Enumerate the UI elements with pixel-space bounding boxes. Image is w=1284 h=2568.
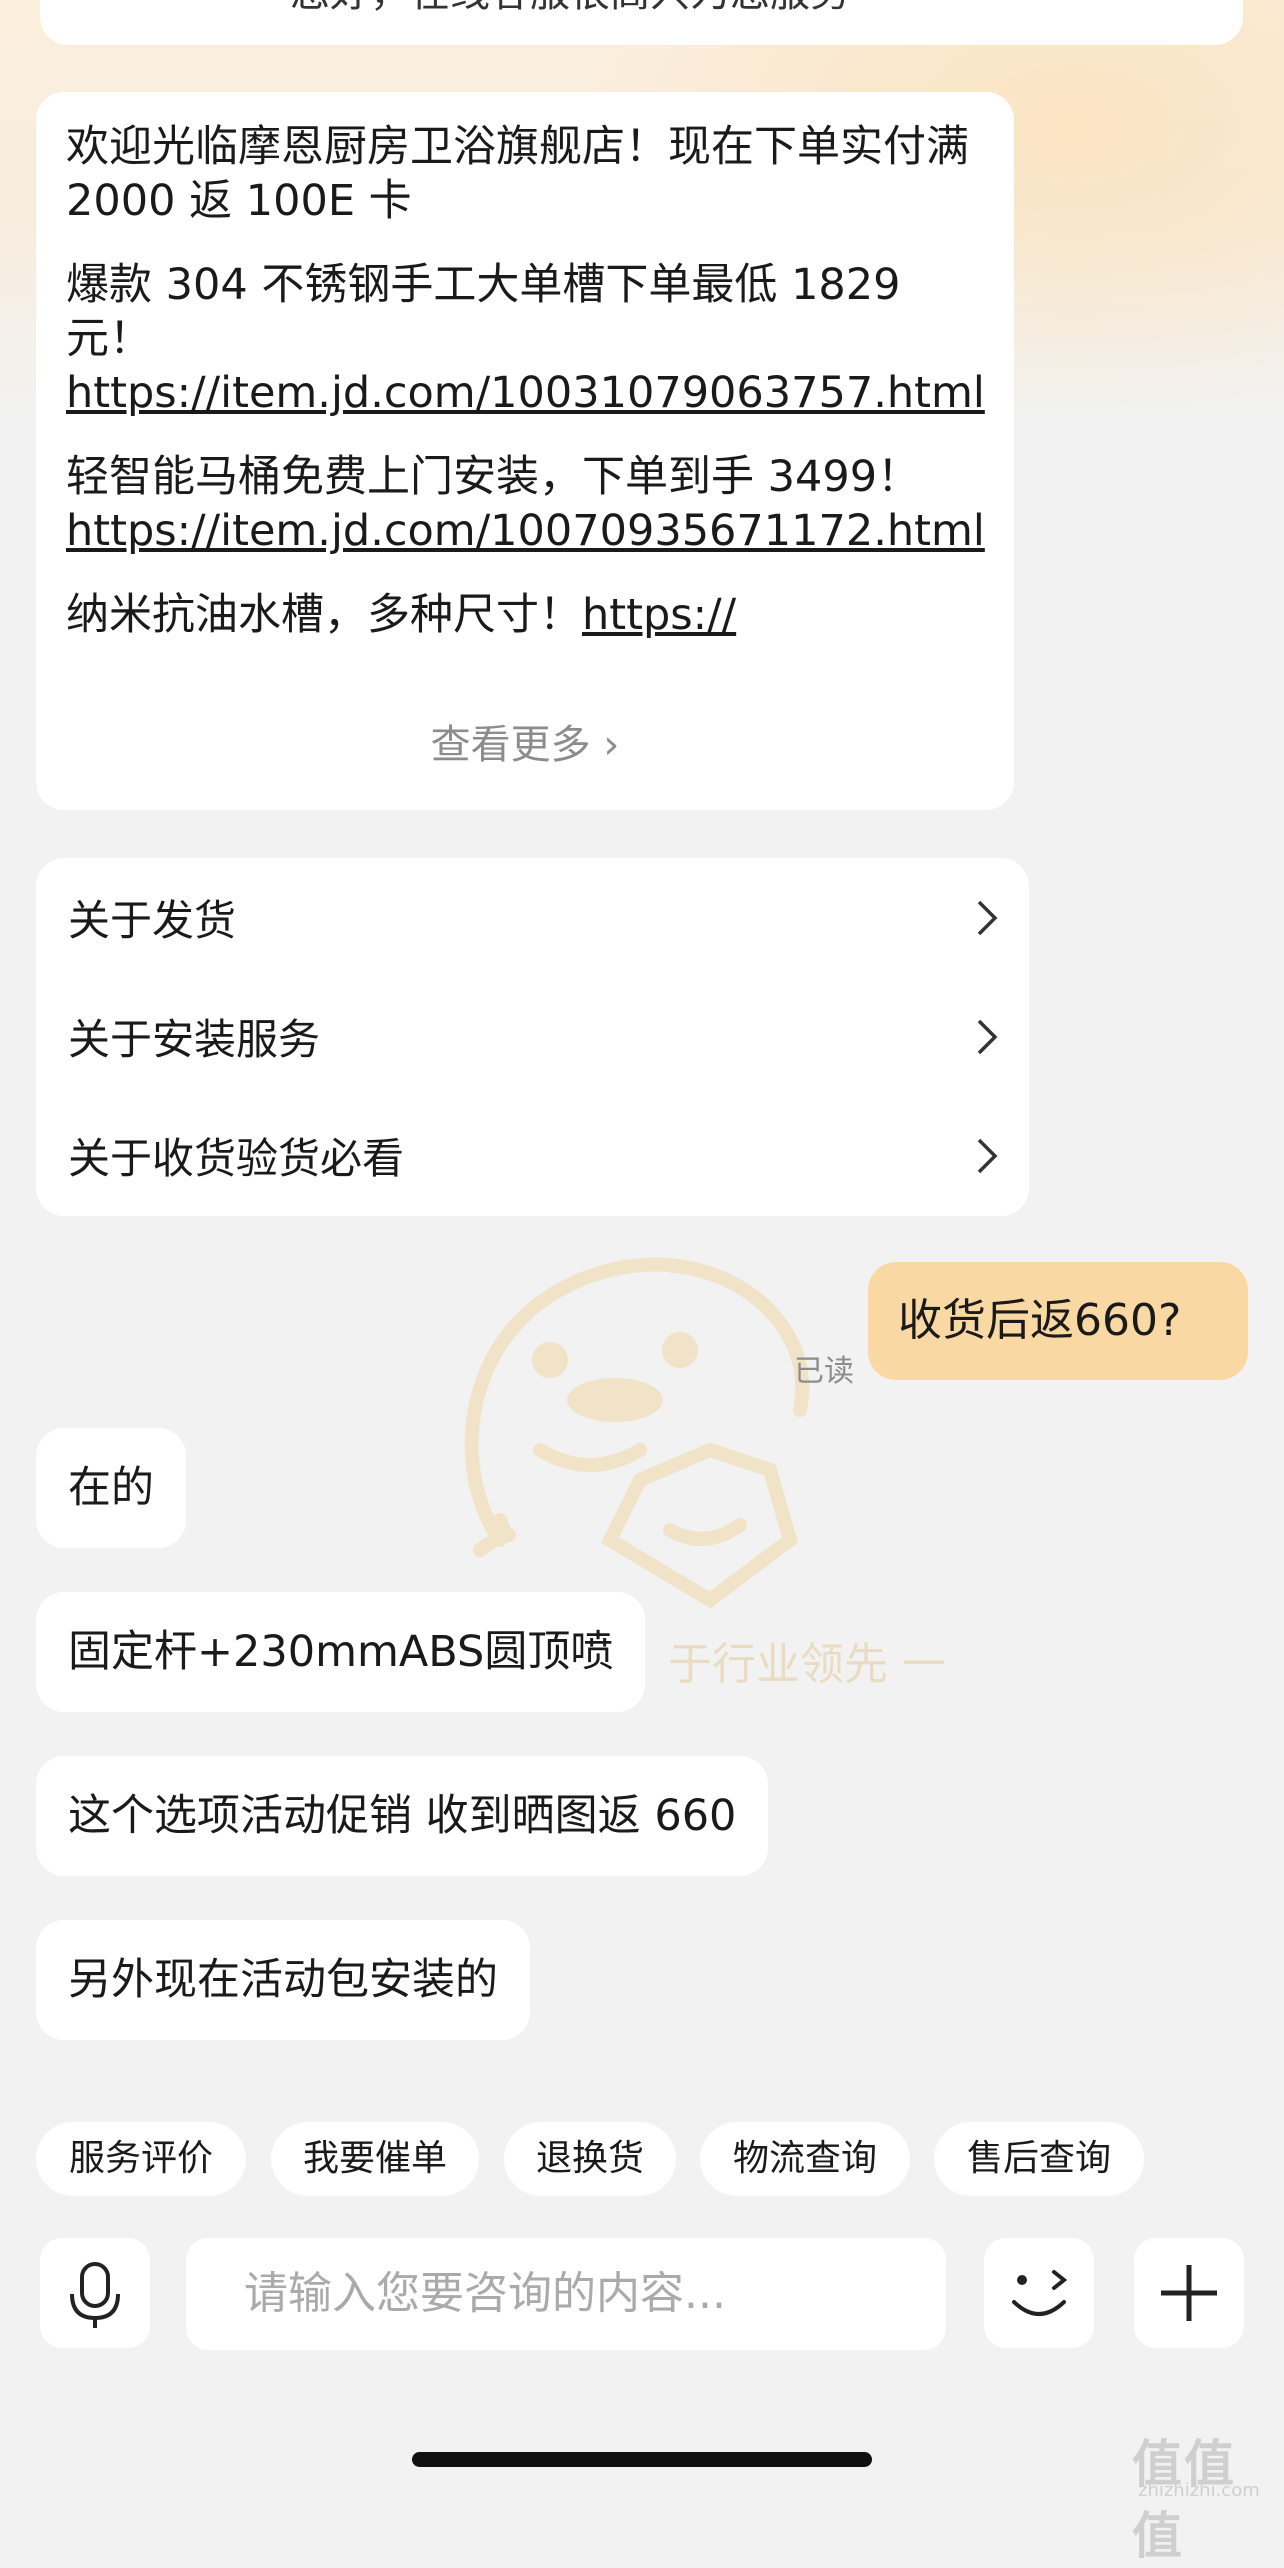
quick-action-service-rating[interactable]: 服务评价 — [36, 2122, 246, 2196]
greeting-text: 您好，在线客服很高兴为您服务 — [290, 0, 850, 18]
welcome-line: 爆款 304 不锈钢手工大单槽下单最低 1829 元！https://item.… — [66, 260, 985, 418]
agent-message-bubble: 这个选项活动促销 收到晒图返 660 — [36, 1756, 769, 1876]
faq-item-installation[interactable]: 关于安装服务 — [36, 977, 1029, 1096]
voice-input-button[interactable] — [40, 2238, 150, 2348]
agent-message-bubble: 固定杆+230mmABS圆顶喷 — [36, 1592, 646, 1712]
agent-message-bubble: 在的 — [36, 1428, 186, 1548]
welcome-line: 纳米抗油水槽，多种尺寸！https:// — [66, 590, 737, 640]
faq-card: 关于发货 关于安装服务 关于收货验货必看 — [36, 858, 1029, 1216]
chevron-right-icon — [977, 900, 998, 936]
product-link[interactable]: https://item.jd.com/10070935671172.html — [66, 506, 985, 556]
user-message-bubble: 收货后返660? — [868, 1262, 1248, 1380]
watermark-text: 于行业领先 一 — [668, 1639, 946, 1690]
read-status: 已读 — [794, 1354, 854, 1389]
home-indicator — [412, 2452, 872, 2467]
mascot-watermark-icon — [464, 1257, 809, 1609]
agent-message-bubble: 另外现在活动包安装的 — [36, 1920, 530, 2040]
chevron-right-icon — [977, 1019, 998, 1055]
faq-item-inspection[interactable]: 关于收货验货必看 — [36, 1096, 1029, 1215]
faq-item-shipping[interactable]: 关于发货 — [36, 858, 1029, 977]
view-more-button[interactable]: 查看更多 › — [36, 712, 1014, 770]
quick-action-urge-order[interactable]: 我要催单 — [271, 2122, 479, 2196]
product-link[interactable]: https:// — [582, 590, 736, 640]
welcome-line: 欢迎光临摩恩厨房卫浴旗舰店！现在下单实付满 2000 返 100E 卡 — [66, 122, 969, 226]
site-watermark: 值值值 zhizhizhi.com — [1132, 2435, 1260, 2565]
faq-item-label: 关于发货 — [68, 896, 237, 945]
product-link[interactable]: https://item.jd.com/10031079063757.html — [66, 368, 985, 418]
welcome-message-bubble: 欢迎光临摩恩厨房卫浴旗舰店！现在下单实付满 2000 返 100E 卡 爆款 3… — [36, 92, 1014, 810]
microphone-icon — [70, 2262, 120, 2328]
greeting-card: 您好，在线客服很高兴为您服务 — [40, 0, 1243, 45]
emoji-button[interactable] — [984, 2238, 1094, 2348]
quick-action-return-exchange[interactable]: 退换货 — [504, 2122, 676, 2196]
quick-action-after-sales[interactable]: 售后查询 — [934, 2122, 1144, 2196]
faq-item-label: 关于安装服务 — [68, 1015, 321, 1064]
faq-item-label: 关于收货验货必看 — [68, 1134, 405, 1183]
message-input[interactable]: 请输入您要咨询的内容... — [186, 2238, 946, 2350]
welcome-line: 轻智能马桶免费上门安装，下单到手 3499！ https://item.jd.co… — [66, 452, 985, 556]
more-options-button[interactable] — [1134, 2238, 1244, 2348]
emoji-wink-icon — [1012, 2270, 1068, 2316]
plus-icon — [1161, 2265, 1217, 2321]
quick-action-logistics[interactable]: 物流查询 — [700, 2122, 910, 2196]
chevron-right-icon — [977, 1138, 998, 1174]
